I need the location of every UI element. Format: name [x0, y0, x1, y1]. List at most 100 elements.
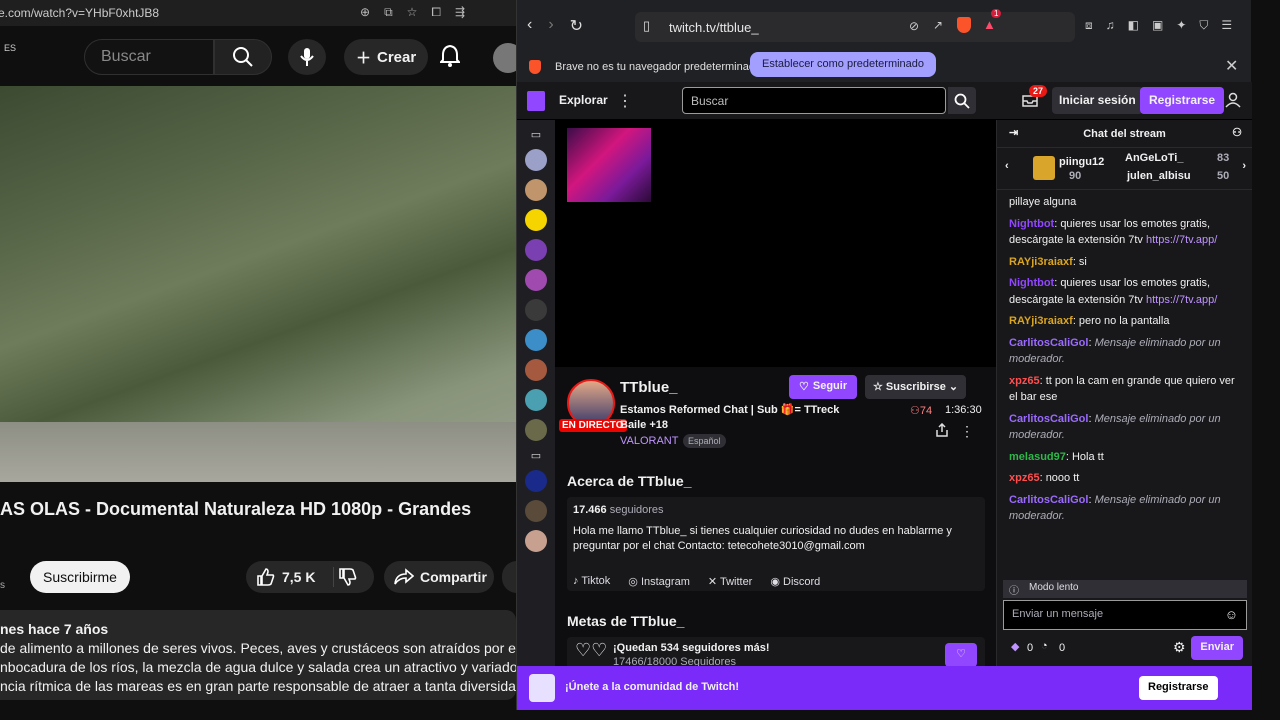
avatar[interactable]: [493, 43, 516, 73]
chat-username[interactable]: melasud97: [1009, 451, 1066, 463]
rewards-icon[interactable]: ▲: [983, 17, 996, 32]
stream-thumbnail[interactable]: [567, 128, 651, 202]
subscribe-button[interactable]: ☆ Suscribirse ⌄: [865, 375, 967, 399]
yt-search-input[interactable]: Buscar: [84, 39, 214, 75]
video-description[interactable]: nes hace 7 años de alimento a millones d…: [0, 610, 516, 700]
chat-link[interactable]: https://7tv.app/: [1146, 234, 1217, 246]
channel-avatar[interactable]: [525, 239, 547, 261]
subscribe-button[interactable]: Suscribirme: [30, 561, 130, 593]
menu-icon[interactable]: ☰: [1221, 18, 1232, 33]
points-icon[interactable]: ◔: [1041, 640, 1048, 652]
mic-icon[interactable]: [288, 39, 326, 75]
login-button[interactable]: Iniciar sesión: [1052, 87, 1143, 114]
more-vertical-icon[interactable]: ⋮: [617, 91, 633, 111]
community-icon[interactable]: ⚇: [1232, 126, 1242, 139]
set-default-button[interactable]: Establecer como predeterminado: [750, 52, 937, 77]
share-button[interactable]: Compartir: [384, 561, 494, 593]
register-button[interactable]: Registrarse: [1140, 87, 1225, 114]
translate-icon[interactable]: ⧈: [1085, 18, 1093, 33]
channel-avatar[interactable]: [525, 299, 547, 321]
star-icon[interactable]: ☆: [407, 5, 418, 20]
wallet-icon[interactable]: ▣: [1152, 18, 1163, 33]
recommended-icon[interactable]: ▭: [517, 449, 555, 462]
chevron-left-icon[interactable]: ‹: [1005, 160, 1009, 172]
music-icon[interactable]: ♫: [1106, 18, 1115, 33]
brave-shield-icon[interactable]: [957, 17, 971, 33]
channel-avatar[interactable]: [525, 209, 547, 231]
gifter-name[interactable]: piingu12: [1059, 156, 1104, 168]
yt-address-bar[interactable]: e.com/watch?v=YHbF0xhtJB8 ⊕ ⧉ ☆ ⧠ ⇶: [0, 0, 516, 26]
chat-username[interactable]: xpz65: [1009, 375, 1040, 387]
video-player[interactable]: [0, 86, 516, 482]
channel-avatar[interactable]: [525, 329, 547, 351]
search-icon[interactable]: [214, 39, 272, 75]
close-icon[interactable]: ✕: [1225, 56, 1238, 76]
zoom-icon[interactable]: ⊕: [360, 5, 370, 20]
chevron-right-icon[interactable]: ›: [1242, 160, 1246, 172]
social-instagram[interactable]: ◎ Instagram: [628, 575, 690, 588]
chat-link[interactable]: https://7tv.app/: [1146, 294, 1217, 306]
bell-icon[interactable]: [440, 44, 460, 68]
stream-player[interactable]: [555, 120, 996, 367]
followed-channels-icon[interactable]: ▭: [517, 128, 555, 141]
social-discord[interactable]: ◉ Discord: [770, 575, 820, 588]
sidebar-icon[interactable]: ◧: [1128, 18, 1139, 33]
thumbs-down-icon[interactable]: [246, 567, 358, 587]
channel-avatar[interactable]: [525, 389, 547, 411]
emote-icon[interactable]: ☺: [1225, 607, 1238, 622]
share-icon[interactable]: [935, 423, 949, 437]
chat-username[interactable]: Nightbot: [1009, 218, 1054, 230]
vpn-icon[interactable]: ⛉: [1199, 18, 1208, 33]
channel-avatar[interactable]: [525, 149, 547, 171]
chat-username[interactable]: CarlitosCaliGol: [1009, 413, 1088, 425]
yt-url[interactable]: e.com/watch?v=YHbF0xhtJB8: [0, 6, 159, 20]
url-text[interactable]: twitch.tv/ttblue_: [669, 20, 759, 35]
social-tiktok[interactable]: ♪ Tiktok: [573, 575, 610, 588]
goal-follow-button[interactable]: ♡: [945, 643, 977, 666]
more-vertical-icon[interactable]: ⋮: [960, 423, 974, 440]
leo-icon[interactable]: ✦: [1176, 18, 1186, 33]
send-button[interactable]: Enviar: [1191, 636, 1243, 660]
chat-username[interactable]: CarlitosCaliGol: [1009, 494, 1088, 506]
chat-username[interactable]: RAYji3raiaxf: [1009, 256, 1073, 268]
language-tag[interactable]: Español: [683, 434, 726, 448]
back-icon[interactable]: ‹: [527, 16, 532, 36]
bookmark-icon[interactable]: ▯: [643, 18, 650, 34]
chat-username[interactable]: RAYji3raiaxf: [1009, 315, 1073, 327]
search-icon[interactable]: [948, 87, 976, 114]
collapse-chat-icon[interactable]: ⇥: [1009, 126, 1018, 139]
channel-avatar[interactable]: [525, 359, 547, 381]
gifter-name[interactable]: julen_albisu: [1127, 170, 1191, 182]
channel-name[interactable]: TTblue_: [620, 379, 678, 396]
share-icon[interactable]: ↗: [933, 18, 943, 32]
bits-icon[interactable]: ◆: [1011, 640, 1019, 653]
screenshot-icon[interactable]: ⧉: [384, 5, 393, 20]
follow-button[interactable]: ♡ Seguir: [789, 375, 858, 399]
chat-input[interactable]: Enviar un mensaje: [1003, 600, 1247, 630]
more-button[interactable]: [502, 561, 516, 593]
no-image-icon[interactable]: ⊘: [909, 19, 919, 33]
channel-avatar[interactable]: [525, 179, 547, 201]
game-link[interactable]: VALORANT: [620, 435, 678, 447]
banner-register-button[interactable]: Registrarse: [1139, 676, 1218, 700]
channel-avatar[interactable]: [525, 470, 547, 492]
twitch-search-input[interactable]: Buscar: [682, 87, 946, 114]
chat-username[interactable]: xpz65: [1009, 472, 1040, 484]
channel-avatar[interactable]: [525, 530, 547, 552]
channel-avatar[interactable]: [525, 500, 547, 522]
cast-icon[interactable]: ⇶: [455, 5, 465, 20]
twitch-logo-icon[interactable]: [527, 91, 545, 111]
create-button[interactable]: ＋ Crear: [344, 39, 428, 75]
gifter-name[interactable]: AnGeLoTi_: [1125, 152, 1183, 164]
social-twitter[interactable]: ✕ Twitter: [708, 575, 752, 588]
address-bar[interactable]: ▯ twitch.tv/ttblue_ ⊘ ↗ ▲ 1: [635, 9, 1075, 42]
chat-username[interactable]: Nightbot: [1009, 277, 1054, 289]
channel-avatar[interactable]: [525, 419, 547, 441]
settings-icon[interactable]: ⚙: [1173, 639, 1186, 656]
forward-icon[interactable]: ›: [548, 16, 553, 36]
reload-icon[interactable]: ↻: [570, 16, 583, 36]
extension-icon[interactable]: ⧠: [431, 5, 441, 20]
channel-avatar[interactable]: [525, 269, 547, 291]
user-icon[interactable]: [1225, 92, 1241, 108]
explore-link[interactable]: Explorar: [559, 93, 608, 107]
